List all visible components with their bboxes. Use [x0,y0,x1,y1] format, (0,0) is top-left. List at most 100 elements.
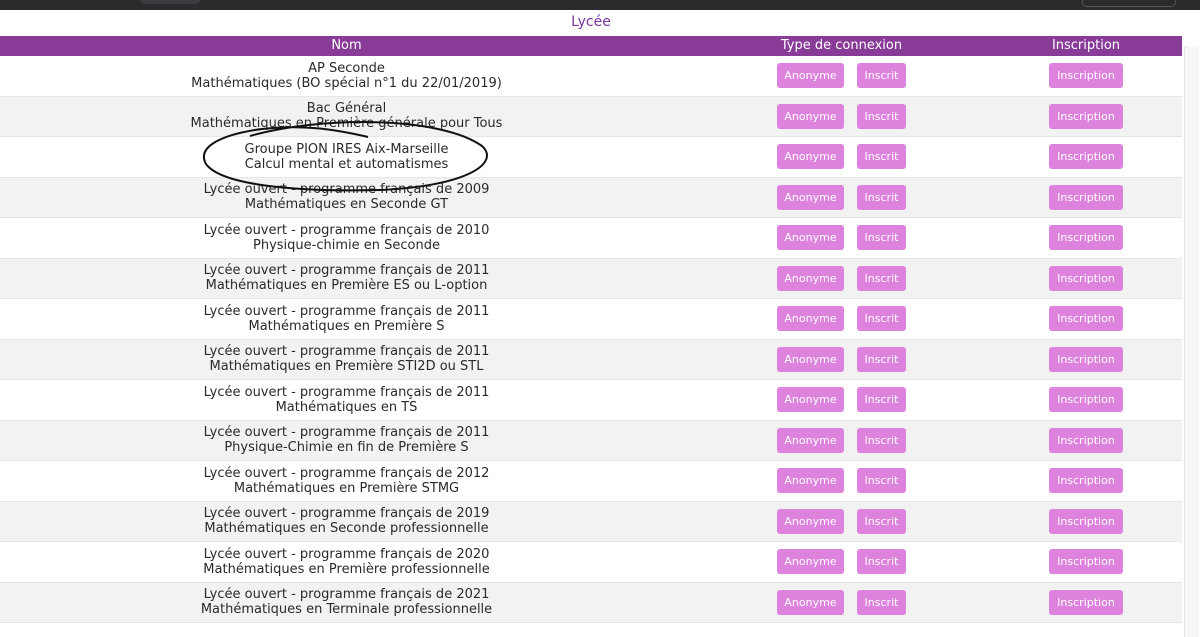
anonyme-button[interactable]: Anonyme [777,549,844,575]
inscrit-button[interactable]: Inscrit [857,225,906,251]
anonyme-button[interactable]: Anonyme [777,103,844,129]
anonyme-button[interactable]: Anonyme [777,265,844,291]
inscription-button[interactable]: Inscription [1049,63,1123,89]
table-row: Lycée ouvert - programme français de 202… [0,542,1182,583]
page-content: Lycée Nom Type de connexion Inscription … [0,10,1200,637]
table-row: Bac Général Mathématiques en Première gén… [0,96,1182,137]
inscription-cell: Inscription [990,542,1182,582]
course-title: Calcul mental et automatismes [244,156,449,172]
course-level: Lycée ouvert - programme français de 201… [203,384,490,400]
course-level: Lycée ouvert - programme français de 201… [203,263,490,279]
connection-type-cell: Anonyme Inscrit [693,421,990,461]
anonyme-button[interactable]: Anonyme [777,184,844,210]
course-level: Lycée ouvert - programme français de 201… [203,506,490,522]
course-title: Mathématiques en Première professionnell… [203,561,490,577]
inscription-cell: Inscription [990,137,1182,177]
inscription-button[interactable]: Inscription [1049,549,1123,575]
inscription-cell: Inscription [990,380,1182,420]
connection-type-cell: Anonyme Inscrit [693,137,990,177]
inscrit-button[interactable]: Inscrit [857,387,906,413]
inscription-button[interactable]: Inscription [1049,184,1123,210]
anonyme-button[interactable]: Anonyme [777,306,844,332]
inscrit-button[interactable]: Inscrit [857,306,906,332]
course-title: Mathématiques en Seconde professionnelle [204,521,489,537]
table-row: Lycée ouvert - programme français de 202… [0,582,1182,623]
course-name-cell[interactable]: Lycée ouvert - programme français de 200… [0,178,693,218]
table-row: Groupe PION IRES Aix-Marseille Calcul men… [0,137,1182,178]
inscription-button[interactable]: Inscription [1049,427,1123,453]
table-header: Nom Type de connexion Inscription [0,36,1182,56]
connection-type-cell: Anonyme Inscrit [693,299,990,339]
inscrit-button[interactable]: Inscrit [857,468,906,494]
table-row: Lycée ouvert - programme français de 201… [0,420,1182,461]
anonyme-button[interactable]: Anonyme [777,225,844,251]
inscrit-button[interactable]: Inscrit [857,265,906,291]
browser-toolbar-button[interactable] [1082,0,1176,7]
course-name-cell[interactable]: Lycée ouvert - programme français de 201… [0,461,693,501]
inscrit-button[interactable]: Inscrit [857,184,906,210]
connection-type-cell: Anonyme Inscrit [693,380,990,420]
course-level: AP Seconde [308,60,385,76]
inscrit-button[interactable]: Inscrit [857,63,906,89]
inscription-button[interactable]: Inscription [1049,103,1123,129]
column-header-nom[interactable]: Nom [0,36,693,56]
inscription-button[interactable]: Inscription [1049,144,1123,170]
inscription-cell: Inscription [990,259,1182,299]
anonyme-button[interactable]: Anonyme [777,387,844,413]
anonyme-button[interactable]: Anonyme [777,346,844,372]
table-row: Lycée ouvert - programme français de 201… [0,218,1182,259]
course-level: Lycée ouvert - programme français de 201… [203,303,490,319]
inscrit-button[interactable]: Inscrit [857,508,906,534]
course-name-cell[interactable]: AP Seconde Mathématiques (BO spécial n°1 … [0,56,693,96]
inscription-button[interactable]: Inscription [1049,589,1123,615]
course-title: Mathématiques en TS [275,399,418,415]
inscrit-button[interactable]: Inscrit [857,427,906,453]
inscription-cell: Inscription [990,461,1182,501]
course-name-cell[interactable]: Lycée ouvert - programme français de 201… [0,421,693,461]
inscription-button[interactable]: Inscription [1049,387,1123,413]
anonyme-button[interactable]: Anonyme [777,508,844,534]
course-name-cell[interactable]: Lycée ouvert - programme français de 201… [0,259,693,299]
connection-type-cell: Anonyme Inscrit [693,178,990,218]
course-name-cell[interactable]: Lycée ouvert - programme français de 201… [0,502,693,542]
inscription-button[interactable]: Inscription [1049,508,1123,534]
anonyme-button[interactable]: Anonyme [777,589,844,615]
course-level: Lycée ouvert - programme français de 202… [203,587,490,603]
anonyme-button[interactable]: Anonyme [777,144,844,170]
browser-tab[interactable] [140,0,200,4]
inscrit-button[interactable]: Inscrit [857,144,906,170]
course-name-cell[interactable]: Groupe PION IRES Aix-Marseille Calcul men… [0,137,693,177]
course-name-cell[interactable]: Lycée ouvert - programme français de 201… [0,340,693,380]
course-name-cell[interactable]: Lycée ouvert - programme français de 202… [0,583,693,623]
inscription-button[interactable]: Inscription [1049,468,1123,494]
anonyme-button[interactable]: Anonyme [777,427,844,453]
inscription-button[interactable]: Inscription [1049,346,1123,372]
anonyme-button[interactable]: Anonyme [777,63,844,89]
course-name-cell[interactable]: Lycée ouvert - programme français de 201… [0,218,693,258]
course-level: Lycée ouvert - programme français de 201… [203,465,490,481]
course-level: Lycée ouvert - programme français de 201… [203,344,490,360]
column-header-inscription: Inscription [1051,38,1121,53]
inscrit-button[interactable]: Inscrit [857,549,906,575]
anonyme-button[interactable]: Anonyme [777,468,844,494]
scrollbar[interactable] [1184,46,1199,637]
table-row: AP Seconde Mathématiques (BO spécial n°1 … [0,56,1182,97]
inscription-button[interactable]: Inscription [1049,306,1123,332]
inscription-cell: Inscription [990,218,1182,258]
table-row: Lycée ouvert - programme français de 201… [0,299,1182,340]
table-row: Lycée ouvert - programme français de 200… [0,177,1182,218]
browser-top-bar [0,0,1200,10]
course-level: Lycée ouvert - programme français de 201… [203,222,490,238]
course-name-cell[interactable]: Lycée ouvert - programme français de 201… [0,299,693,339]
course-level: Lycée ouvert - programme français de 201… [203,425,490,441]
inscrit-button[interactable]: Inscrit [857,346,906,372]
course-name-cell[interactable]: Lycée ouvert - programme français de 202… [0,542,693,582]
course-title: Mathématiques en Terminale professionnel… [200,602,493,618]
inscrit-button[interactable]: Inscrit [857,103,906,129]
course-name-cell[interactable]: Lycée ouvert - programme français de 201… [0,380,693,420]
connection-type-cell: Anonyme Inscrit [693,97,990,137]
inscription-button[interactable]: Inscription [1049,265,1123,291]
inscription-button[interactable]: Inscription [1049,225,1123,251]
inscrit-button[interactable]: Inscrit [857,589,906,615]
course-name-cell[interactable]: Bac Général Mathématiques en Première gén… [0,97,693,137]
